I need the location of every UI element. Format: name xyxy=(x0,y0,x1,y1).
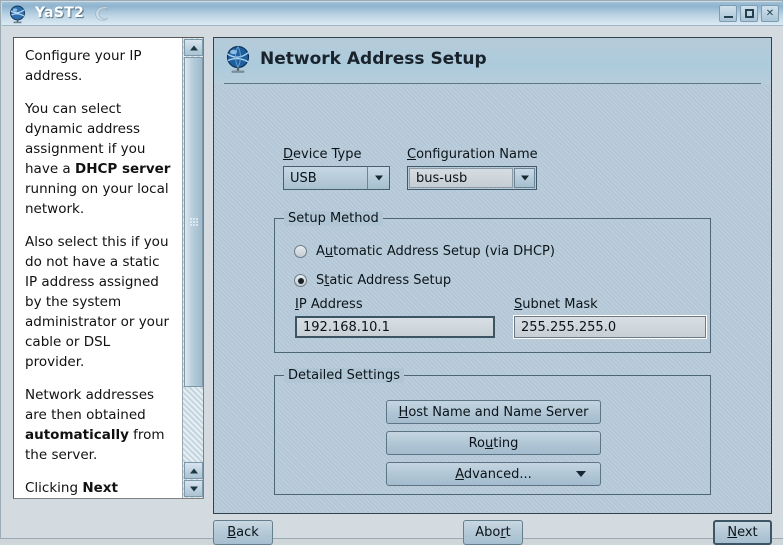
minimize-icon xyxy=(724,16,733,18)
window-title: YaST2 xyxy=(35,5,85,21)
detailed-settings-group: Detailed Settings Host Name and Name Ser… xyxy=(274,368,711,495)
next-button[interactable]: Next xyxy=(713,520,772,545)
configuration-name-combo[interactable]: bus-usb xyxy=(407,166,537,190)
panel-header: Network Address Setup xyxy=(214,38,771,84)
help-text: Configure your IP address. You can selec… xyxy=(14,38,182,498)
scroll-up-arrow-icon[interactable] xyxy=(184,39,203,56)
device-type-combo[interactable]: USB xyxy=(283,166,390,190)
radio-static-address[interactable]: Static Address Setup xyxy=(294,273,451,288)
help-paragraph-3: Also select this if you do not have a st… xyxy=(25,234,170,370)
configuration-name-label: Configuration Name xyxy=(407,147,538,162)
globe-icon xyxy=(8,5,27,24)
chevron-down-icon[interactable] xyxy=(367,167,389,189)
window-controls: ✕ xyxy=(719,5,779,22)
chevron-down-icon[interactable] xyxy=(514,168,535,188)
chameleon-logo xyxy=(90,4,112,25)
radio-button-selected-icon[interactable] xyxy=(294,274,307,287)
help-panel: Configure your IP address. You can selec… xyxy=(13,37,204,499)
radio-automatic-dhcp[interactable]: Automatic Address Setup (via DHCP) xyxy=(294,244,555,259)
device-type-label: Device Type xyxy=(283,147,362,162)
radio-automatic-dhcp-label: Automatic Address Setup (via DHCP) xyxy=(316,244,555,259)
scroll-down-arrow-icon[interactable] xyxy=(184,480,203,497)
header-divider xyxy=(224,83,761,84)
help-paragraph-1: Configure your IP address. xyxy=(25,48,142,84)
close-icon: ✕ xyxy=(765,7,775,19)
abort-button-label: Abort xyxy=(475,525,511,540)
host-name-and-name-server-button[interactable]: Host Name and Name Server xyxy=(386,400,601,424)
chevron-down-icon xyxy=(576,471,586,477)
main-content-panel: Network Address Setup Device Type USB Co… xyxy=(213,37,772,514)
detailed-settings-title: Detailed Settings xyxy=(284,368,404,383)
device-type-value: USB xyxy=(290,170,317,186)
advanced-button[interactable]: Advanced... xyxy=(386,462,601,486)
yast2-window: YaST2 ✕ Configure your IP address. You c… xyxy=(0,0,783,545)
help-scrollbar[interactable] xyxy=(182,38,203,498)
back-button[interactable]: Back xyxy=(213,520,273,545)
maximize-button[interactable] xyxy=(740,5,758,22)
minimize-button[interactable] xyxy=(719,5,737,22)
setup-method-title: Setup Method xyxy=(284,211,383,226)
routing-button[interactable]: Routing xyxy=(386,431,601,455)
ip-address-label: IP Address xyxy=(295,297,363,312)
subnet-mask-input[interactable]: 255.255.255.0 xyxy=(513,315,707,339)
back-button-label: Back xyxy=(227,525,259,540)
host-name-button-label: Host Name and Name Server xyxy=(398,404,589,420)
advanced-button-label: Advanced... xyxy=(455,466,532,482)
radio-static-address-label: Static Address Setup xyxy=(316,273,452,288)
setup-method-group: Setup Method Automatic Address Setup (vi… xyxy=(274,211,711,353)
routing-button-label: Routing xyxy=(468,435,519,451)
ip-address-input[interactable]: 192.168.10.1 xyxy=(295,316,495,338)
radio-button-icon[interactable] xyxy=(294,245,307,258)
scrollbar-grip-icon xyxy=(189,217,198,227)
maximize-icon xyxy=(745,9,754,18)
network-globe-icon xyxy=(223,45,253,75)
configuration-name-value[interactable]: bus-usb xyxy=(409,168,513,188)
abort-button[interactable]: Abort xyxy=(463,520,523,545)
subnet-mask-label: Subnet Mask xyxy=(514,297,598,312)
next-button-label: Next xyxy=(727,525,758,540)
window-body: Configure your IP address. You can selec… xyxy=(2,26,783,545)
help-paragraph-2: You can select dynamic address assignmen… xyxy=(25,101,171,217)
scrollbar-thumb[interactable] xyxy=(184,57,203,387)
help-paragraph-4: Network addresses are then obtained auto… xyxy=(25,387,165,463)
page-title: Network Address Setup xyxy=(260,49,487,69)
scroll-up-arrow-bottom-icon[interactable] xyxy=(184,462,203,479)
close-button[interactable]: ✕ xyxy=(761,5,779,22)
window-titlebar[interactable]: YaST2 ✕ xyxy=(2,2,783,26)
help-paragraph-5: Clicking Next completes the configuratio… xyxy=(25,480,118,496)
